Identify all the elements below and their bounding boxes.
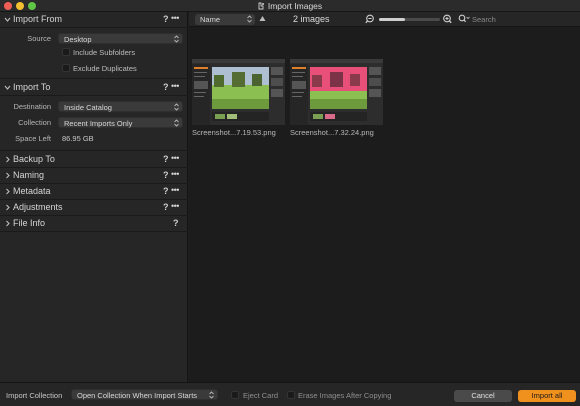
sort-select[interactable]: Name [195, 14, 255, 25]
destination-value: Inside Catalog [64, 103, 112, 112]
help-icon[interactable]: ? [163, 14, 169, 24]
chevron-right-icon [6, 188, 10, 195]
erase-images-checkbox[interactable] [287, 391, 295, 399]
destination-label: Destination [13, 102, 51, 111]
zoom-slider[interactable] [379, 18, 440, 21]
thumbnail-caption: Screenshot...7.32.24.png [290, 128, 374, 137]
help-icon[interactable]: ? [163, 202, 169, 212]
image-thumbnail[interactable]: Screenshot...7.19.53.png [192, 59, 285, 137]
backup-to-header[interactable]: Backup To ? ••• [0, 152, 188, 168]
browser-toolbar: Name 2 images [189, 12, 580, 27]
more-icon[interactable]: ••• [171, 13, 179, 23]
more-icon[interactable]: ••• [171, 169, 179, 179]
metadata-header[interactable]: Metadata ? ••• [0, 184, 188, 200]
title-bar: Import Images [0, 0, 580, 12]
zoom-out-icon[interactable] [365, 14, 375, 24]
chevron-right-icon [6, 204, 10, 211]
chevron-right-icon [6, 220, 10, 227]
image-browser: Name 2 images Search Screenshot...7.19.5… [189, 12, 580, 382]
more-icon[interactable]: ••• [171, 201, 179, 211]
thumbnail-caption: Screenshot...7.19.53.png [192, 128, 276, 137]
destination-select[interactable]: Inside Catalog [58, 101, 183, 112]
sort-value: Name [200, 15, 221, 24]
select-arrows-icon [209, 391, 214, 399]
help-icon[interactable]: ? [173, 218, 179, 228]
more-icon[interactable]: ••• [171, 153, 179, 163]
image-count: 2 images [293, 14, 330, 24]
backup-to-title: Backup To [13, 154, 55, 164]
space-left-label: Space Left [15, 134, 51, 143]
eject-card-checkbox[interactable] [231, 391, 239, 399]
screenshot-thumbnail-image [290, 59, 383, 125]
zoom-slider-fill [379, 18, 405, 21]
select-arrows-icon [174, 35, 179, 43]
exclude-duplicates-label: Exclude Duplicates [73, 64, 137, 73]
image-thumbnail[interactable]: Screenshot...7.32.24.png [290, 59, 383, 137]
import-to-header[interactable]: Import To ? ••• [0, 80, 188, 96]
window-title-text: Import Images [267, 1, 323, 11]
zoom-in-icon[interactable] [442, 14, 452, 24]
app-icon [258, 2, 264, 10]
import-settings-panel: Import From ? ••• Source Desktop Include… [0, 12, 188, 382]
sort-ascending-icon[interactable] [259, 15, 266, 22]
include-subfolders-label: Include Subfolders [73, 48, 136, 57]
chevron-down-icon [4, 85, 11, 90]
import-all-button[interactable]: Import all [518, 390, 576, 402]
more-icon[interactable]: ••• [171, 185, 179, 195]
chevron-right-icon [6, 172, 10, 179]
collection-label: Collection [18, 118, 51, 127]
help-icon[interactable]: ? [163, 154, 169, 164]
import-from-header[interactable]: Import From ? ••• [0, 12, 188, 28]
file-info-title: File Info [13, 218, 46, 228]
import-to-title: Import To [13, 82, 51, 92]
import-collection-select[interactable]: Open Collection When Import Starts [71, 389, 218, 400]
search-icon[interactable] [458, 14, 470, 24]
search-input[interactable] [472, 14, 576, 25]
help-icon[interactable]: ? [163, 82, 169, 92]
screenshot-thumbnail-image [192, 59, 285, 125]
file-info-header[interactable]: File Info ? [0, 216, 188, 232]
import-collection-value: Open Collection When Import Starts [77, 391, 198, 400]
erase-images-label: Erase Images After Copying [298, 391, 392, 400]
chevron-right-icon [6, 156, 10, 163]
space-left-value: 86.95 GB [62, 134, 94, 143]
adjustments-header[interactable]: Adjustments ? ••• [0, 200, 188, 216]
chevron-down-icon [4, 17, 11, 22]
select-arrows-icon [247, 15, 252, 23]
source-select[interactable]: Desktop [58, 33, 183, 44]
help-icon[interactable]: ? [163, 186, 169, 196]
exclude-duplicates-checkbox[interactable] [62, 64, 70, 72]
metadata-title: Metadata [13, 186, 51, 196]
import-collection-label: Import Collection [6, 391, 63, 400]
eject-card-label: Eject Card [243, 391, 279, 400]
select-arrows-icon [174, 103, 179, 111]
window-title: Import Images [0, 1, 580, 11]
bottom-bar: Import Collection Open Collection When I… [0, 382, 580, 406]
naming-title: Naming [13, 170, 45, 180]
source-value: Desktop [64, 35, 92, 44]
help-icon[interactable]: ? [163, 170, 169, 180]
collection-select[interactable]: Recent Imports Only [58, 117, 183, 128]
source-label: Source [27, 34, 51, 43]
collection-value: Recent Imports Only [64, 119, 133, 128]
section-divider [0, 78, 188, 79]
cancel-button[interactable]: Cancel [454, 390, 512, 402]
select-arrows-icon [174, 119, 179, 127]
import-from-title: Import From [13, 14, 63, 24]
include-subfolders-checkbox[interactable] [62, 48, 70, 56]
more-icon[interactable]: ••• [171, 81, 179, 91]
adjustments-title: Adjustments [13, 202, 63, 212]
naming-header[interactable]: Naming ? ••• [0, 168, 188, 184]
section-divider [0, 150, 188, 151]
